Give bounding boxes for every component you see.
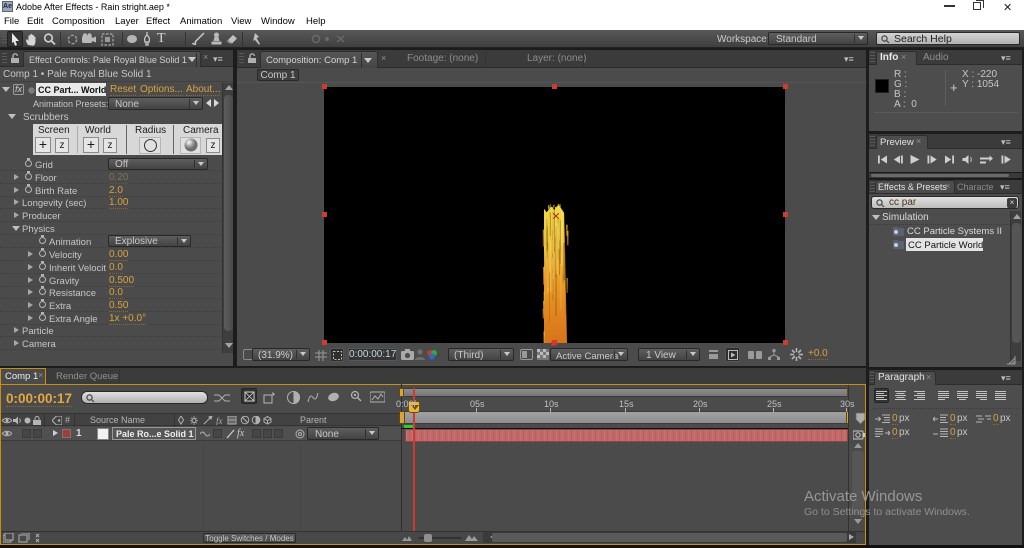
svg-text:fx: fx [216, 416, 223, 425]
